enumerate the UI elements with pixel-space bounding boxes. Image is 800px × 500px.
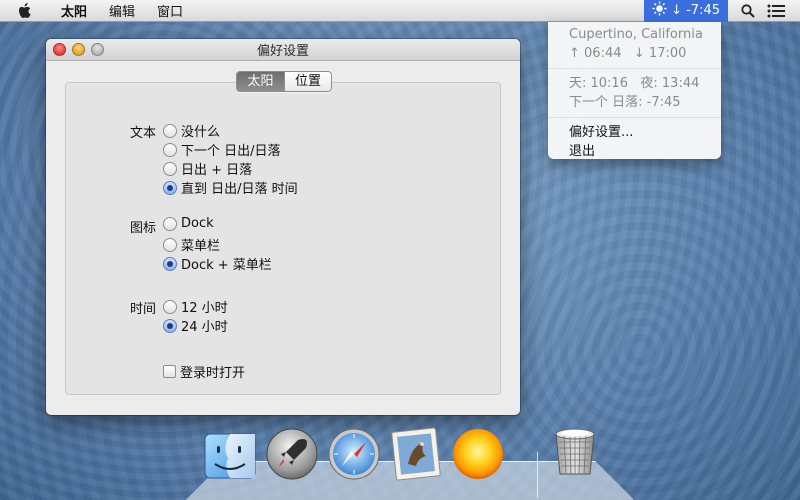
option-label: 菜单栏 [181, 239, 221, 254]
radio-button[interactable] [163, 161, 177, 176]
mail-icon[interactable] [388, 426, 444, 482]
dropdown-location: Cupertino, California [569, 27, 703, 42]
text-option-until-time[interactable]: 直到 日出/日落 时间 [163, 178, 298, 197]
tab-bar: 太阳 位置 [236, 71, 332, 92]
radio-button[interactable] [163, 142, 177, 157]
menu-window[interactable]: 窗口 [146, 1, 194, 20]
option-label: 12 小时 [181, 301, 228, 316]
finder-icon[interactable] [202, 428, 258, 484]
apple-menu-icon[interactable] [18, 2, 32, 19]
icon-option-dock[interactable]: Dock [163, 216, 214, 231]
option-label: Dock [181, 216, 214, 231]
radio-button-selected[interactable] [163, 318, 177, 333]
option-label: 下一个 日出/日落 [181, 144, 281, 159]
tab-location[interactable]: 位置 [284, 72, 331, 91]
sunset-time: ↓ 17:00 [633, 46, 687, 61]
preferences-panel: 文本 没什么 下一个 日出/日落 日出 + 日落 直到 日出/日落 时间 图标 … [65, 82, 501, 395]
menu-bar: 太阳 编辑 窗口 ↓ -7:45 [0, 0, 800, 22]
night-length: 夜: 13:44 [640, 76, 700, 91]
menu-edit[interactable]: 编辑 [98, 1, 146, 20]
sun-status-item[interactable]: ↓ -7:45 [644, 0, 728, 22]
preferences-window: 偏好设置 太阳 位置 文本 没什么 下一个 日出/日落 日出 + 日落 直到 日… [46, 39, 520, 415]
option-label: 没什么 [181, 125, 221, 140]
radio-button[interactable] [163, 216, 177, 231]
dropdown-sun-times: ↑ 06:44 ↓ 17:00 [548, 44, 721, 63]
window-zoom-button[interactable] [91, 43, 104, 56]
text-option-none[interactable]: 没什么 [163, 121, 220, 140]
radio-button-selected[interactable] [163, 180, 177, 195]
open-at-login-option[interactable]: 登录时打开 [163, 362, 245, 381]
safari-icon[interactable] [326, 426, 382, 482]
window-close-button[interactable] [53, 43, 66, 56]
open-at-login-label: 登录时打开 [180, 366, 246, 381]
sun-app-icon[interactable] [450, 426, 506, 482]
dock-divider [537, 452, 538, 498]
sunrise-time: ↑ 06:44 [569, 46, 622, 61]
icon-option-menubar[interactable]: 菜单栏 [163, 235, 220, 254]
time-group-label: 时间 [130, 302, 157, 317]
dropdown-preferences-item[interactable]: 偏好设置... [548, 123, 721, 142]
radio-button[interactable] [163, 299, 177, 314]
dropdown-separator [548, 68, 721, 69]
option-label: 直到 日出/日落 时间 [181, 182, 298, 197]
status-time-text: ↓ -7:45 [671, 3, 720, 18]
dropdown-quit-item[interactable]: 退出 [548, 142, 721, 161]
open-at-login-checkbox[interactable] [163, 365, 176, 378]
day-length: 天: 10:16 [569, 76, 628, 91]
sun-icon [652, 1, 667, 20]
radio-button[interactable] [163, 123, 177, 138]
tab-sun[interactable]: 太阳 [237, 72, 284, 91]
spotlight-search-icon[interactable] [734, 0, 762, 22]
window-minimize-button[interactable] [72, 43, 85, 56]
time-option-12h[interactable]: 12 小时 [163, 297, 228, 316]
icon-option-dock-and-menubar[interactable]: Dock + 菜单栏 [163, 254, 272, 273]
radio-button-selected[interactable] [163, 256, 177, 271]
option-label: 日出 + 日落 [181, 163, 253, 178]
notification-center-icon[interactable] [762, 0, 790, 22]
text-option-next-event[interactable]: 下一个 日出/日落 [163, 140, 281, 159]
dropdown-next-event: 下一个 日落: -7:45 [569, 95, 681, 110]
dropdown-day-night: 天: 10:16 夜: 13:44 [548, 74, 721, 93]
dropdown-separator [548, 117, 721, 118]
trash-icon[interactable] [547, 422, 603, 478]
window-title: 偏好设置 [256, 44, 309, 59]
text-group-label: 文本 [130, 126, 157, 141]
option-label: Dock + 菜单栏 [181, 258, 272, 273]
window-titlebar[interactable]: 偏好设置 [46, 39, 520, 61]
sun-status-dropdown: Cupertino, California ↑ 06:44 ↓ 17:00 天:… [548, 22, 721, 159]
option-label: 24 小时 [181, 320, 228, 335]
radio-button[interactable] [163, 237, 177, 252]
launchpad-icon[interactable] [264, 426, 320, 482]
text-option-sunrise-sunset[interactable]: 日出 + 日落 [163, 159, 252, 178]
icon-group-label: 图标 [130, 221, 157, 236]
menu-app-name[interactable]: 太阳 [50, 1, 98, 20]
time-option-24h[interactable]: 24 小时 [163, 316, 228, 335]
